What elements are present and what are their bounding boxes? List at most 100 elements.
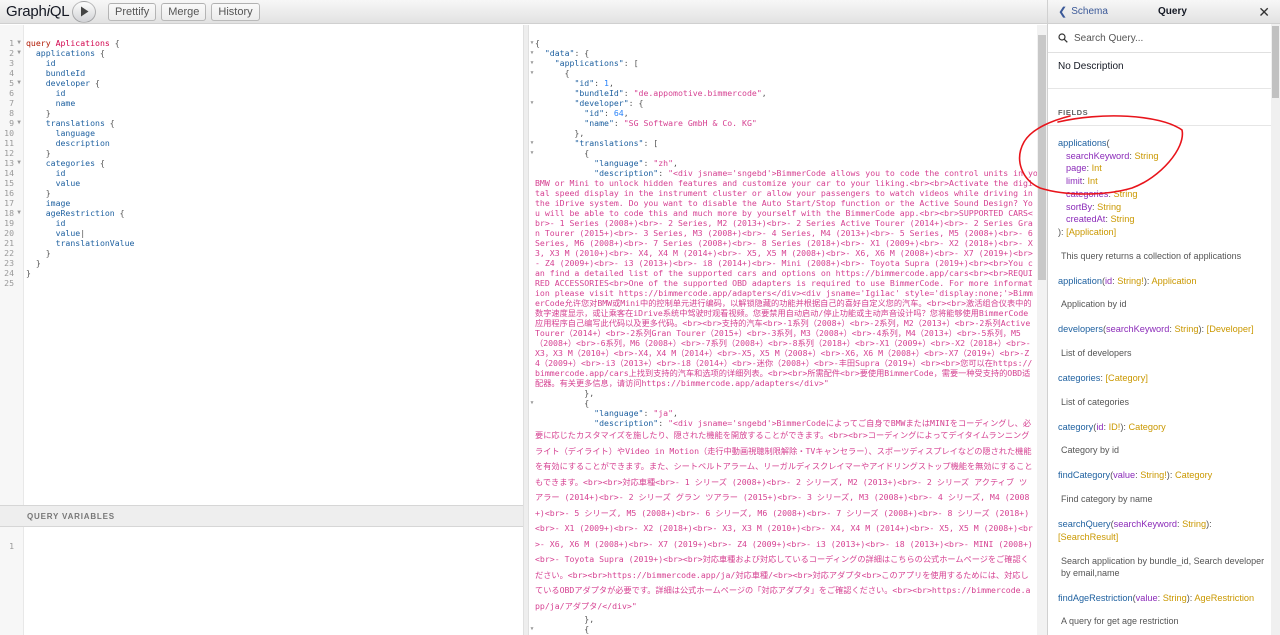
docs-title: Query (1158, 6, 1187, 17)
code-token: { (95, 48, 105, 58)
docs-scrollbar[interactable] (1271, 24, 1280, 635)
field-description: List of developers (1061, 348, 1132, 359)
query-line[interactable]: 4 bundleId (0, 68, 134, 78)
field-categories: categories: [Category] List of categories (1058, 372, 1270, 408)
query-line[interactable]: 16 } (0, 188, 134, 198)
query-line-code: query Aplications { (24, 38, 120, 48)
line-number: 22 (4, 248, 14, 258)
result-line: "id": 1, (529, 78, 1035, 88)
execute-query-button[interactable] (72, 0, 96, 23)
code-token: id (26, 58, 56, 68)
query-variables-header[interactable]: QUERY VARIABLES (0, 505, 523, 527)
result-line-code: "bundleId": "de.appomotive.bimmercode", (535, 88, 766, 98)
field-description: Category by id (1061, 445, 1120, 456)
code-token: "name" (584, 118, 614, 128)
query-line-code: image (24, 198, 71, 208)
query-line[interactable]: 11 description (0, 138, 134, 148)
query-line[interactable]: 6 id (0, 88, 134, 98)
field-name-link: findAgeRestriction (1058, 592, 1133, 603)
line-number: 16 (4, 188, 14, 198)
result-line-code: "description": "<div jsname='sngebd'>Bim… (535, 418, 1031, 428)
code-token: "data" (544, 48, 575, 58)
query-line[interactable]: 9 ▼ translations { (0, 118, 134, 128)
query-line[interactable]: 15 value (0, 178, 134, 188)
code-token: : { (628, 98, 644, 108)
back-to-schema-link[interactable]: ❮ Schema (1048, 5, 1128, 18)
history-button[interactable]: History (211, 2, 260, 21)
line-number: 21 (4, 238, 14, 248)
result-line: "name": "SG Software GmbH & Co. KG" (529, 118, 1035, 128)
docs-search-input[interactable] (1074, 32, 1254, 44)
query-line[interactable]: 18 ▼ ageRestriction { (0, 208, 134, 218)
code-token: "<div jsname='sngebd'>BimmerCode allows … (668, 168, 1047, 178)
code-token: query (26, 38, 56, 48)
arg-name: searchKeyword (1066, 150, 1130, 161)
query-variables-editor[interactable]: 1 (0, 527, 523, 635)
result-scrollbar[interactable] (1037, 25, 1047, 635)
code-token: translations (26, 118, 105, 128)
result-line: ▼ { (529, 68, 1035, 78)
code-token: "id" (584, 108, 605, 118)
arg-name: value (1135, 592, 1158, 603)
result-viewer[interactable]: ▼{▼ "data": {▼ "applications": [▼ { "id"… (529, 25, 1047, 635)
query-line[interactable]: 2 ▼ applications { (0, 48, 134, 58)
code-token: { (535, 68, 570, 78)
query-line[interactable]: 14 id (0, 168, 134, 178)
fold-arrow-icon: ▼ (17, 159, 21, 166)
query-line[interactable]: 22 } (0, 248, 134, 258)
query-line[interactable]: 1 ▼ query Aplications { (0, 38, 134, 48)
field-developers: developers(searchKeyword: String): [Deve… (1058, 323, 1270, 359)
query-line[interactable]: 8 } (0, 108, 134, 118)
result-line: "description": "<div jsname='sngebd'>Bim… (529, 418, 1035, 428)
query-line-code: id (24, 58, 56, 68)
query-line[interactable]: 25 (0, 278, 134, 288)
result-code: ▼{▼ "data": {▼ "applications": [▼ { "id"… (529, 38, 1047, 635)
line-number: 24 (4, 268, 14, 278)
query-code[interactable]: 1 ▼ query Aplications {2 ▼ applications {3 … (0, 38, 134, 288)
query-line[interactable]: 13 ▼ categories { (0, 158, 134, 168)
merge-button[interactable]: Merge (161, 2, 207, 21)
code-token: , (623, 108, 629, 118)
field-description: Search application by bundle_id, Search … (1061, 555, 1265, 578)
query-line[interactable]: 10 language (0, 128, 134, 138)
prettify-button[interactable]: Prettify (108, 2, 157, 21)
code-token: , (673, 158, 678, 168)
code-token: "SG Software GmbH & Co. KG" (623, 118, 757, 128)
fold-arrow-icon: ▼ (17, 39, 21, 46)
query-line-code: value (24, 178, 81, 188)
line-number: 3 (9, 58, 14, 68)
query-line[interactable]: 5 ▼ developer { (0, 78, 134, 88)
field-name-link: category (1058, 421, 1094, 432)
query-line[interactable]: 19 id (0, 218, 134, 228)
result-line: "description": "<div jsname='sngebd'>Bim… (529, 168, 1047, 178)
query-line[interactable]: 17 image (0, 198, 134, 208)
result-line-code: { (535, 38, 540, 48)
query-line-code: bundleId (24, 68, 85, 78)
query-line[interactable]: 20 value| (0, 228, 134, 238)
result-line: "id": 64, (529, 108, 1035, 118)
type-link: AgeRestriction (1194, 592, 1255, 603)
result-line-code: "data": { (535, 48, 589, 58)
docs-scrollbar-thumb[interactable] (1272, 26, 1279, 98)
query-line[interactable]: 12 } (0, 148, 134, 158)
line-number: 14 (4, 168, 14, 178)
field-category: category(id: ID!): Category Category by i… (1058, 421, 1270, 457)
result-line-code: "description": "<div jsname='sngebd'>Bim… (535, 168, 1047, 178)
query-line[interactable]: 3 id (0, 58, 134, 68)
query-line[interactable]: 23 } (0, 258, 134, 268)
query-line[interactable]: 21 translationValue (0, 238, 134, 248)
query-editor[interactable]: 1 ▼ query Aplications {2 ▼ applications {3 … (0, 25, 523, 505)
fields-list: applications(searchKeyword: String page: … (1048, 137, 1280, 627)
query-line[interactable]: 24} (0, 268, 134, 278)
field-findCategory: findCategory(value: String!): Category Fi… (1058, 469, 1270, 505)
close-icon[interactable]: ✕ (1258, 5, 1270, 19)
code-token: : (643, 408, 654, 418)
query-line[interactable]: 7 name (0, 98, 134, 108)
result-scrollbar-thumb[interactable] (1038, 35, 1046, 280)
